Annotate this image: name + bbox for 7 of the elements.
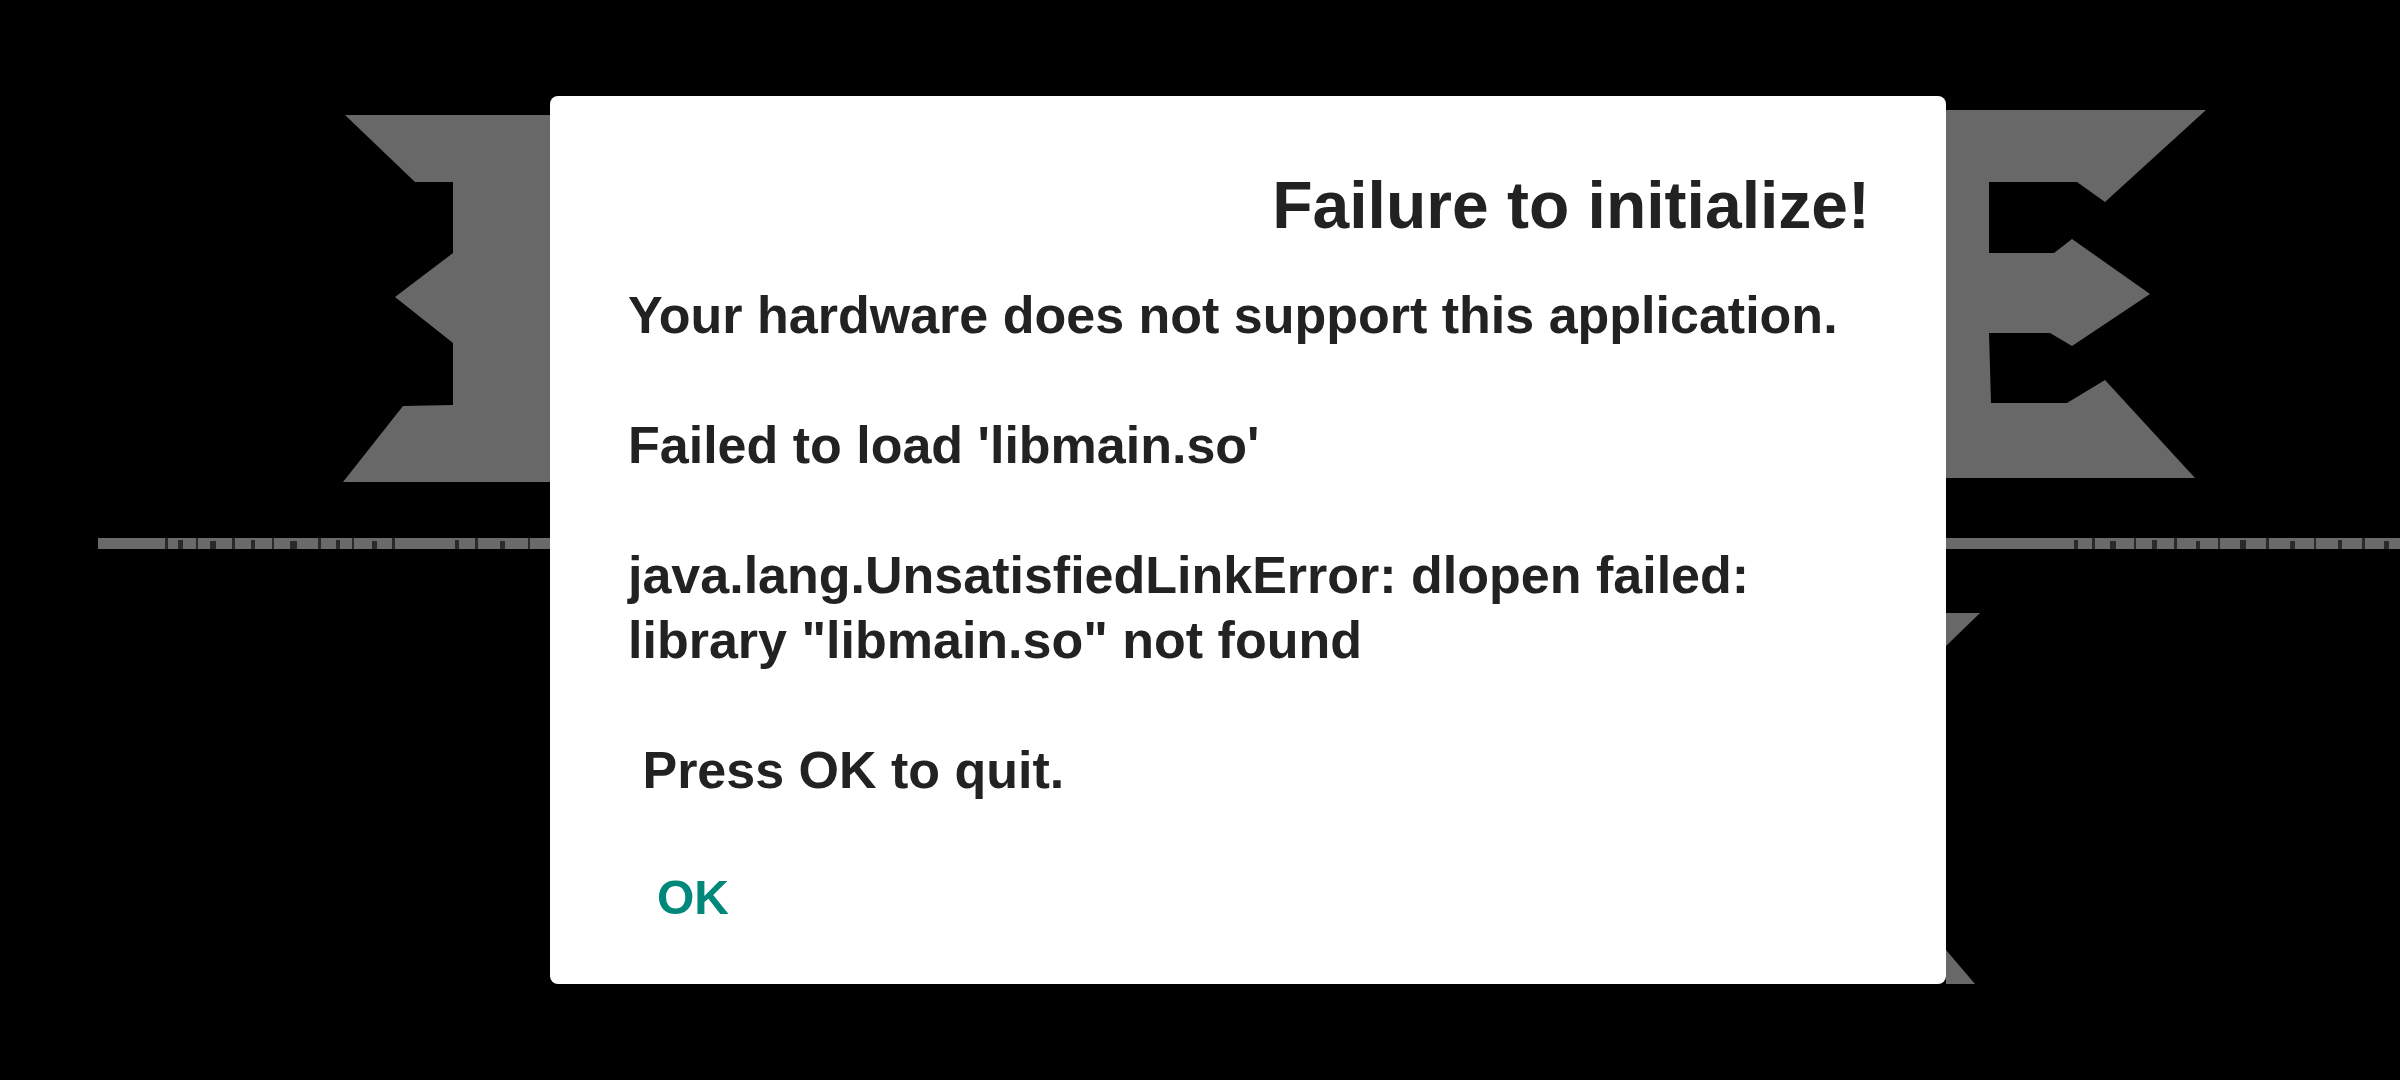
message-text: Your hardware does not support this application. — [628, 285, 1839, 346]
message-text: Failed to load 'libmain.so' — [628, 415, 1261, 476]
logo-fragment — [1946, 613, 1980, 646]
message-text: java.lang.UnsatisfiedLinkError: dlopen failed: library "libmain.so" not found — [628, 545, 1751, 671]
ok-button[interactable]: OK — [621, 847, 765, 949]
dialog-title: Failure to initialize! — [1272, 167, 1871, 244]
message-text: Press OK to quit. — [641, 740, 1066, 801]
